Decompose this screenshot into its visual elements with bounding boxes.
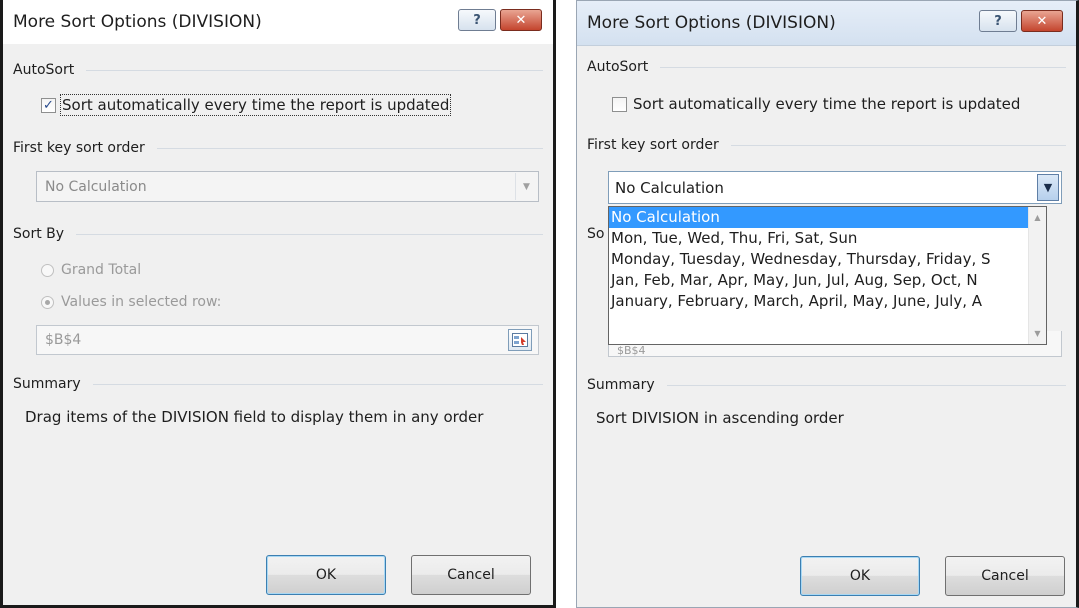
divider <box>730 144 1066 146</box>
sort-options-dialog-right: More Sort Options (DIVISION) ? ✕ AutoSor… <box>576 0 1079 608</box>
chevron-down-icon[interactable]: ▼ <box>515 173 537 200</box>
dropdown-option[interactable]: Mon, Tue, Wed, Thu, Fri, Sat, Sun <box>609 228 1031 249</box>
scroll-up-icon[interactable]: ▲ <box>1029 209 1046 226</box>
divider <box>92 383 543 385</box>
range-select-button[interactable] <box>508 329 532 351</box>
dropdown-option[interactable]: No Calculation <box>609 207 1031 228</box>
scroll-down-icon[interactable]: ▼ <box>1029 325 1046 342</box>
dropdown-option[interactable]: Monday, Tuesday, Wednesday, Thursday, Fr… <box>609 249 1031 270</box>
autosort-checkbox-label[interactable]: Sort automatically every time the report… <box>59 94 452 116</box>
dropdown-scrollbar[interactable]: ▲ ▼ <box>1028 207 1046 344</box>
divider <box>76 233 543 235</box>
first-key-group-header: First key sort order <box>13 140 543 156</box>
summary-group-header: Summary <box>587 377 1066 393</box>
help-button[interactable]: ? <box>458 9 496 31</box>
title-bar: More Sort Options (DIVISION) ? ✕ <box>3 0 553 44</box>
cancel-button[interactable]: Cancel <box>411 555 531 595</box>
first-key-combo[interactable]: No Calculation ▼ <box>608 171 1062 204</box>
first-key-value: No Calculation <box>45 178 147 195</box>
autosort-checkbox[interactable]: ✓ <box>41 97 56 113</box>
row-reference-field[interactable]: $B$4 <box>36 325 539 355</box>
help-button[interactable]: ? <box>979 10 1017 32</box>
autosort-checkbox-row[interactable]: Sort automatically every time the report… <box>612 95 1020 113</box>
help-icon: ? <box>473 12 481 28</box>
autosort-group-header: AutoSort <box>587 59 1066 75</box>
sort-by-label-partial: So <box>587 226 605 242</box>
sort-order-dropdown-list[interactable]: No Calculation Mon, Tue, Wed, Thu, Fri, … <box>608 206 1047 345</box>
row-reference-value: $B$4 <box>45 332 82 348</box>
summary-label: Summary <box>13 376 81 392</box>
ok-button[interactable]: OK <box>800 556 920 596</box>
range-select-icon <box>512 333 528 347</box>
autosort-label: AutoSort <box>13 62 75 78</box>
values-row-radio[interactable] <box>41 295 54 309</box>
autosort-checkbox[interactable] <box>612 96 627 112</box>
summary-label: Summary <box>587 377 655 393</box>
dropdown-option[interactable]: Jan, Feb, Mar, Apr, May, Jun, Jul, Aug, … <box>609 270 1031 291</box>
first-key-group-header: First key sort order <box>587 137 1066 153</box>
row-reference-value: $B$4 <box>617 344 646 357</box>
grand-total-label: Grand Total <box>61 262 142 278</box>
cancel-button[interactable]: Cancel <box>945 556 1065 596</box>
autosort-label: AutoSort <box>587 59 649 75</box>
close-button[interactable]: ✕ <box>1021 10 1063 32</box>
summary-text: Drag items of the DIVISION field to disp… <box>25 408 484 426</box>
grand-total-radio[interactable] <box>41 263 54 277</box>
dialog-title: More Sort Options (DIVISION) <box>13 12 262 32</box>
dropdown-option[interactable]: January, February, March, April, May, Ju… <box>609 291 1031 312</box>
grand-total-radio-row[interactable]: Grand Total <box>41 262 141 278</box>
autosort-group-header: AutoSort <box>13 62 543 78</box>
values-row-radio-row[interactable]: Values in selected row: <box>41 294 221 310</box>
summary-group-header: Summary <box>13 376 543 392</box>
values-row-label: Values in selected row: <box>61 294 222 310</box>
sort-by-group-header: Sort By <box>13 226 543 242</box>
chevron-down-icon[interactable]: ▼ <box>1037 174 1059 201</box>
divider <box>156 147 543 149</box>
dialog-title: More Sort Options (DIVISION) <box>587 13 836 33</box>
divider <box>660 66 1066 68</box>
title-bar: More Sort Options (DIVISION) ? ✕ <box>577 1 1076 46</box>
close-icon: ✕ <box>1036 13 1048 29</box>
sort-options-dialog-left: More Sort Options (DIVISION) ? ✕ AutoSor… <box>0 0 556 608</box>
sort-by-label: Sort By <box>13 226 65 242</box>
ok-button[interactable]: OK <box>266 555 386 595</box>
divider <box>666 384 1066 386</box>
close-icon: ✕ <box>515 12 527 28</box>
first-key-label: First key sort order <box>13 140 145 156</box>
autosort-checkbox-row[interactable]: ✓ Sort automatically every time the repo… <box>41 94 452 116</box>
help-icon: ? <box>994 13 1002 29</box>
first-key-label: First key sort order <box>587 137 719 153</box>
close-button[interactable]: ✕ <box>500 9 542 31</box>
divider <box>86 69 543 71</box>
first-key-value: No Calculation <box>615 178 724 197</box>
summary-text: Sort DIVISION in ascending order <box>596 409 844 427</box>
autosort-checkbox-label[interactable]: Sort automatically every time the report… <box>633 95 1020 113</box>
first-key-combo[interactable]: No Calculation ▼ <box>36 171 539 202</box>
